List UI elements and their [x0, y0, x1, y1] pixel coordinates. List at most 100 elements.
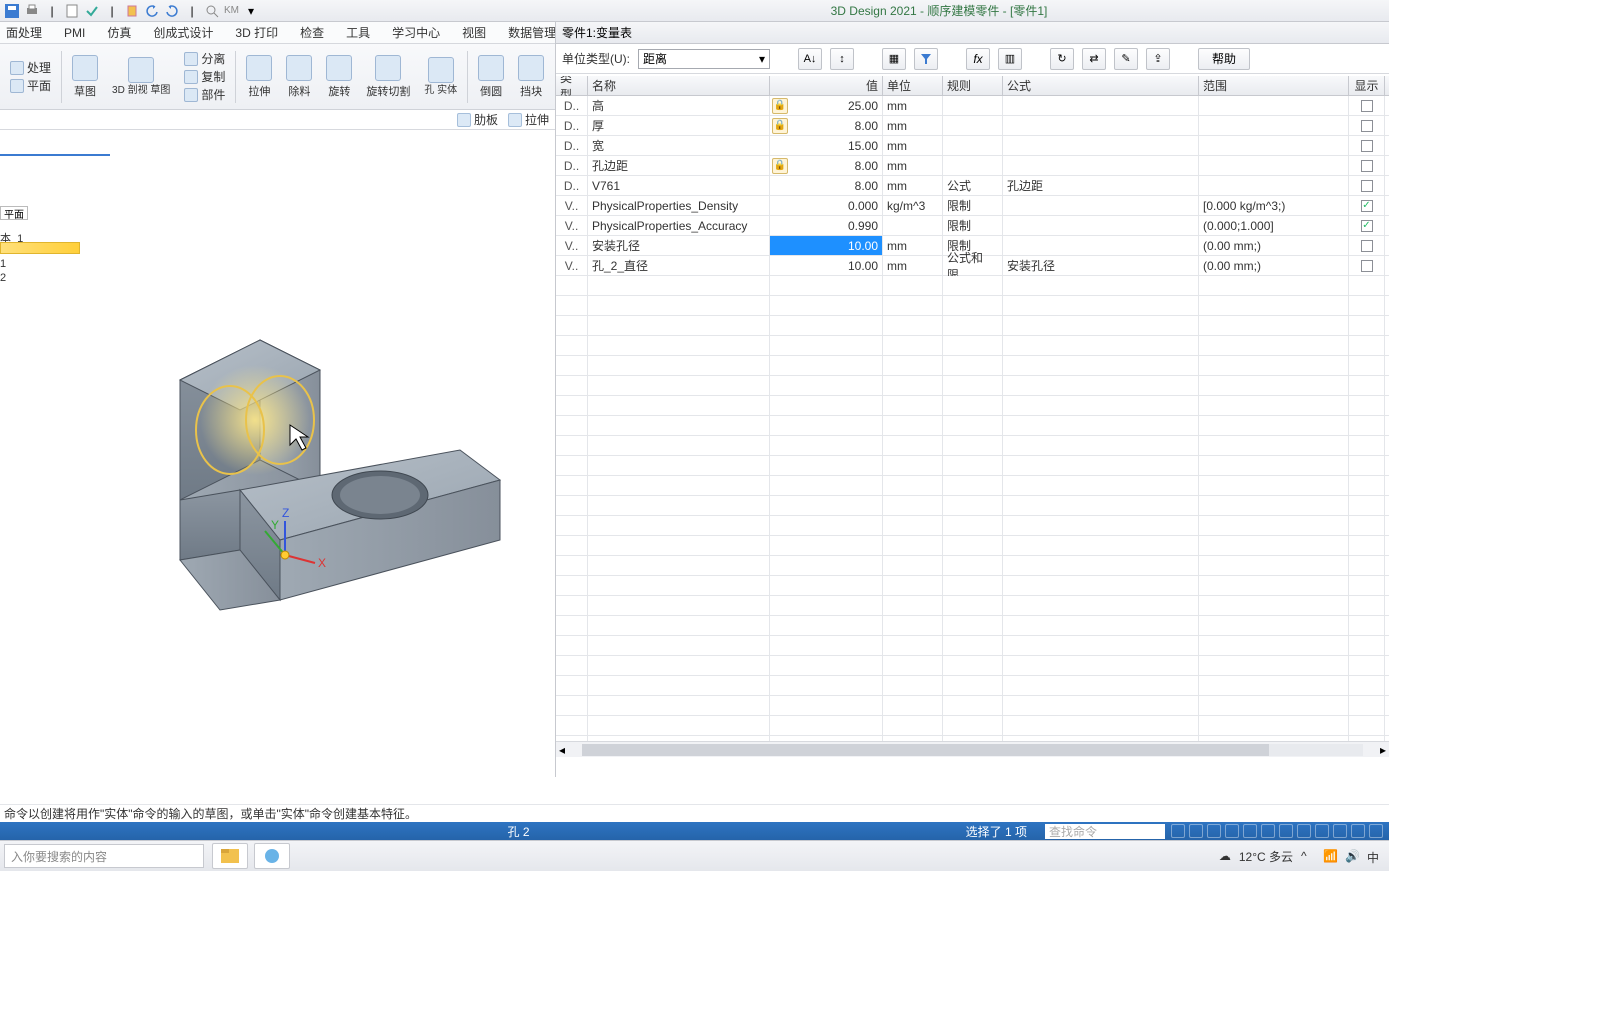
- cell-rule[interactable]: 限制: [943, 216, 1003, 235]
- col-type[interactable]: 类型: [556, 76, 588, 95]
- col-range[interactable]: 范围: [1199, 76, 1349, 95]
- grid-hscroll[interactable]: ◂ ▸: [556, 741, 1389, 757]
- menu-sim[interactable]: 仿真: [107, 24, 131, 41]
- tray-network-icon[interactable]: 📶: [1323, 849, 1337, 863]
- unit-type-select[interactable]: 距离▾: [638, 49, 770, 69]
- help-button[interactable]: 帮助: [1198, 48, 1250, 70]
- redo-icon[interactable]: [164, 3, 180, 19]
- cell-value[interactable]: 0.990: [770, 216, 883, 235]
- table-row[interactable]: D.. 孔边距 🔒8.00 mm: [556, 156, 1389, 176]
- command-search[interactable]: 查找命令: [1045, 824, 1165, 839]
- rbn-fillet[interactable]: 倒圆: [478, 55, 504, 99]
- rbn-extrude[interactable]: 拉伸: [246, 55, 272, 99]
- status-icon-3[interactable]: [1207, 824, 1221, 838]
- save-icon[interactable]: [4, 3, 20, 19]
- cell-value[interactable]: 10.00: [770, 256, 883, 275]
- table-row-empty[interactable]: [556, 656, 1389, 676]
- cell-display[interactable]: [1349, 96, 1385, 115]
- cell-rule[interactable]: 限制: [943, 196, 1003, 215]
- tray-ime-icon[interactable]: 中: [1367, 849, 1381, 863]
- rbn-hole[interactable]: 孔 实体: [424, 57, 457, 96]
- status-icon-5[interactable]: [1243, 824, 1257, 838]
- cell-rule[interactable]: [943, 116, 1003, 135]
- table-row-empty[interactable]: [556, 416, 1389, 436]
- cell-name[interactable]: 孔边距: [588, 156, 770, 175]
- rbn-revolve[interactable]: 旋转: [326, 55, 352, 99]
- cell-name[interactable]: 厚: [588, 116, 770, 135]
- rbn-3dsketch[interactable]: 3D 剖视 草图: [112, 57, 170, 96]
- rbn-block[interactable]: 挡块: [518, 55, 544, 99]
- tray-chevron-icon[interactable]: ^: [1301, 849, 1315, 863]
- cell-value[interactable]: 🔒25.00: [770, 96, 883, 115]
- taskbar-browser[interactable]: [254, 843, 290, 869]
- rbn-prefix-1[interactable]: 处理: [10, 59, 51, 76]
- table-row[interactable]: D.. 厚 🔒8.00 mm: [556, 116, 1389, 136]
- weather-text[interactable]: 12°C 多云: [1239, 848, 1293, 865]
- checkbox[interactable]: [1361, 240, 1373, 252]
- table-row-empty[interactable]: [556, 676, 1389, 696]
- cell-value[interactable]: 🔒8.00: [770, 156, 883, 175]
- status-icon-7[interactable]: [1279, 824, 1293, 838]
- menu-tools[interactable]: 工具: [346, 24, 370, 41]
- cell-formula[interactable]: [1003, 216, 1199, 235]
- table-row-empty[interactable]: [556, 496, 1389, 516]
- rbn-prefix-2[interactable]: 平面: [10, 77, 51, 94]
- cell-formula[interactable]: [1003, 196, 1199, 215]
- paint-icon[interactable]: [124, 3, 140, 19]
- export-button[interactable]: ⇪: [1146, 48, 1170, 70]
- cell-range[interactable]: [1199, 116, 1349, 135]
- table-row-empty[interactable]: [556, 636, 1389, 656]
- status-icon-2[interactable]: [1189, 824, 1203, 838]
- cell-value[interactable]: 🔒8.00: [770, 116, 883, 135]
- col-display[interactable]: 显示: [1349, 76, 1385, 95]
- scroll-right-icon[interactable]: ▸: [1377, 743, 1389, 757]
- cell-range[interactable]: [1199, 96, 1349, 115]
- table-row-empty[interactable]: [556, 516, 1389, 536]
- weather-icon[interactable]: ☁: [1219, 849, 1231, 863]
- status-icon-6[interactable]: [1261, 824, 1275, 838]
- cell-rule[interactable]: [943, 136, 1003, 155]
- qat-more-icon[interactable]: ▾: [243, 3, 259, 19]
- edit-button[interactable]: ✎: [1114, 48, 1138, 70]
- cell-display[interactable]: [1349, 176, 1385, 195]
- cell-name[interactable]: 宽: [588, 136, 770, 155]
- sort-asc-button[interactable]: A↓: [798, 48, 822, 70]
- cell-range[interactable]: [1199, 176, 1349, 195]
- undo-icon[interactable]: [144, 3, 160, 19]
- sort-desc-button[interactable]: ↕: [830, 48, 854, 70]
- cell-range[interactable]: [0.000 kg/m^3;): [1199, 196, 1349, 215]
- col-name[interactable]: 名称: [588, 76, 770, 95]
- table-row-empty[interactable]: [556, 356, 1389, 376]
- status-icon-10[interactable]: [1333, 824, 1347, 838]
- refresh-button[interactable]: ↻: [1050, 48, 1074, 70]
- cell-formula[interactable]: [1003, 136, 1199, 155]
- menu-view[interactable]: 视图: [462, 24, 486, 41]
- scroll-thumb[interactable]: [582, 744, 1269, 756]
- fx-button[interactable]: fx: [966, 48, 990, 70]
- cell-name[interactable]: PhysicalProperties_Accuracy: [588, 216, 770, 235]
- table-row-empty[interactable]: [556, 616, 1389, 636]
- print-icon[interactable]: [24, 3, 40, 19]
- table-row-empty[interactable]: [556, 316, 1389, 336]
- table-row[interactable]: V.. PhysicalProperties_Accuracy 0.990 限制…: [556, 216, 1389, 236]
- table-row-empty[interactable]: [556, 576, 1389, 596]
- chart-button[interactable]: ▥: [998, 48, 1022, 70]
- taskbar-search[interactable]: 入你要搜索的内容: [4, 844, 204, 868]
- menu-3dprint[interactable]: 3D 打印: [235, 24, 278, 41]
- table-row-empty[interactable]: [556, 336, 1389, 356]
- table-row-empty[interactable]: [556, 596, 1389, 616]
- cell-value[interactable]: 15.00: [770, 136, 883, 155]
- cell-name[interactable]: PhysicalProperties_Density: [588, 196, 770, 215]
- cell-range[interactable]: (0.000;1.000]: [1199, 216, 1349, 235]
- subtool-rib[interactable]: 肋板: [457, 111, 498, 128]
- table-row-empty[interactable]: [556, 296, 1389, 316]
- cell-formula[interactable]: [1003, 96, 1199, 115]
- menu-inspect[interactable]: 检查: [300, 24, 324, 41]
- menu-pmi[interactable]: PMI: [64, 26, 85, 40]
- cell-display[interactable]: [1349, 156, 1385, 175]
- cell-value[interactable]: 8.00: [770, 176, 883, 195]
- rbn-revolvecut[interactable]: 旋转切割: [366, 55, 410, 99]
- viewport[interactable]: 平面 本_1 1 2: [0, 130, 555, 806]
- cell-range[interactable]: (0.00 mm;): [1199, 236, 1349, 255]
- status-icon-4[interactable]: [1225, 824, 1239, 838]
